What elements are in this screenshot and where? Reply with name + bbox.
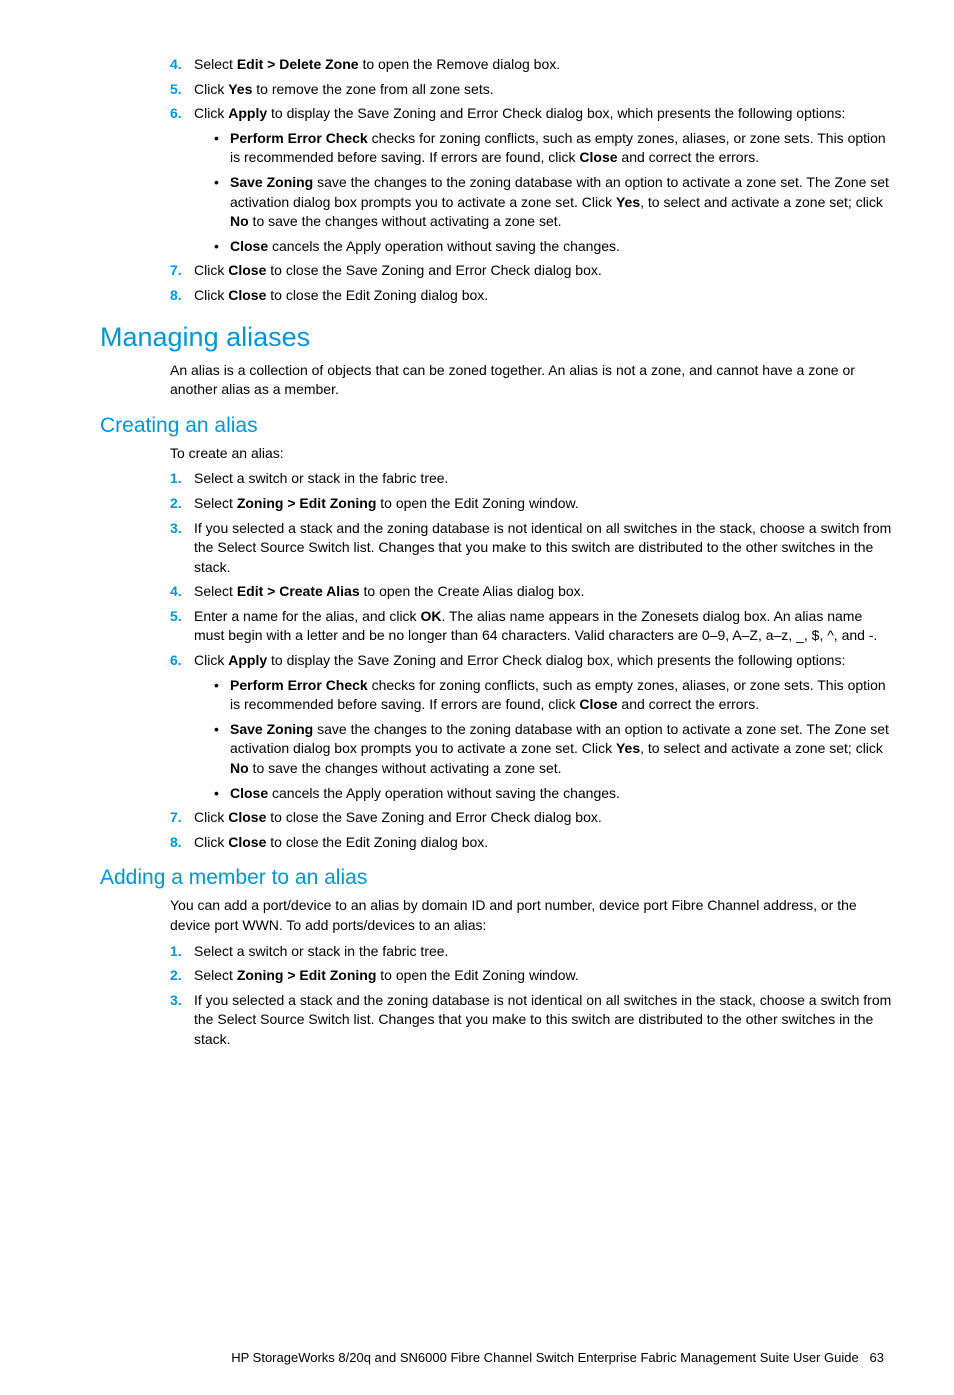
list-item: Close cancels the Apply operation withou… [214,784,894,804]
list-item: Save Zoning save the changes to the zoni… [214,720,894,779]
section-heading: Managing aliases [100,322,894,353]
list-item: 1.Select a switch or stack in the fabric… [170,942,894,962]
list-item: 2.Select Zoning > Edit Zoning to open th… [170,494,894,514]
subsection-heading: Creating an alias [100,414,894,438]
body-text: You can add a port/device to an alias by… [170,896,894,935]
list-item: 4.Select Edit > Delete Zone to open the … [170,55,894,75]
list-item: 8.Click Close to close the Edit Zoning d… [170,833,894,853]
list-item: Close cancels the Apply operation withou… [214,237,894,257]
document-page: 4.Select Edit > Delete Zone to open the … [0,0,954,1395]
list-item: 5.Click Yes to remove the zone from all … [170,80,894,100]
body-text: To create an alias: [170,444,894,464]
list-item: 7.Click Close to close the Save Zoning a… [170,808,894,828]
steps-create-alias: 1.Select a switch or stack in the fabric… [170,469,894,852]
list-item: Perform Error Check checks for zoning co… [214,129,894,168]
body-text: An alias is a collection of objects that… [170,361,894,400]
list-item: 8.Click Close to close the Edit Zoning d… [170,286,894,306]
list-item: 4.Select Edit > Create Alias to open the… [170,582,894,602]
subsection-heading: Adding a member to an alias [100,866,894,890]
sub-options: Perform Error Check checks for zoning co… [214,129,894,257]
list-item: Save Zoning save the changes to the zoni… [214,173,894,232]
list-item: Perform Error Check checks for zoning co… [214,676,894,715]
list-item: 7.Click Close to close the Save Zoning a… [170,261,894,281]
page-footer: HP StorageWorks 8/20q and SN6000 Fibre C… [100,1350,894,1365]
list-item: 2.Select Zoning > Edit Zoning to open th… [170,966,894,986]
page-number: 63 [870,1350,884,1365]
steps-add-member: 1.Select a switch or stack in the fabric… [170,942,894,1050]
steps-delete-zone: 4.Select Edit > Delete Zone to open the … [170,55,894,306]
list-item: 5.Enter a name for the alias, and click … [170,607,894,646]
list-item: 3.If you selected a stack and the zoning… [170,991,894,1050]
list-item: 1.Select a switch or stack in the fabric… [170,469,894,489]
list-item: 3.If you selected a stack and the zoning… [170,519,894,578]
list-item: 6.Click Apply to display the Save Zoning… [170,651,894,803]
list-item: 6.Click Apply to display the Save Zoning… [170,104,894,256]
sub-options: Perform Error Check checks for zoning co… [214,676,894,804]
